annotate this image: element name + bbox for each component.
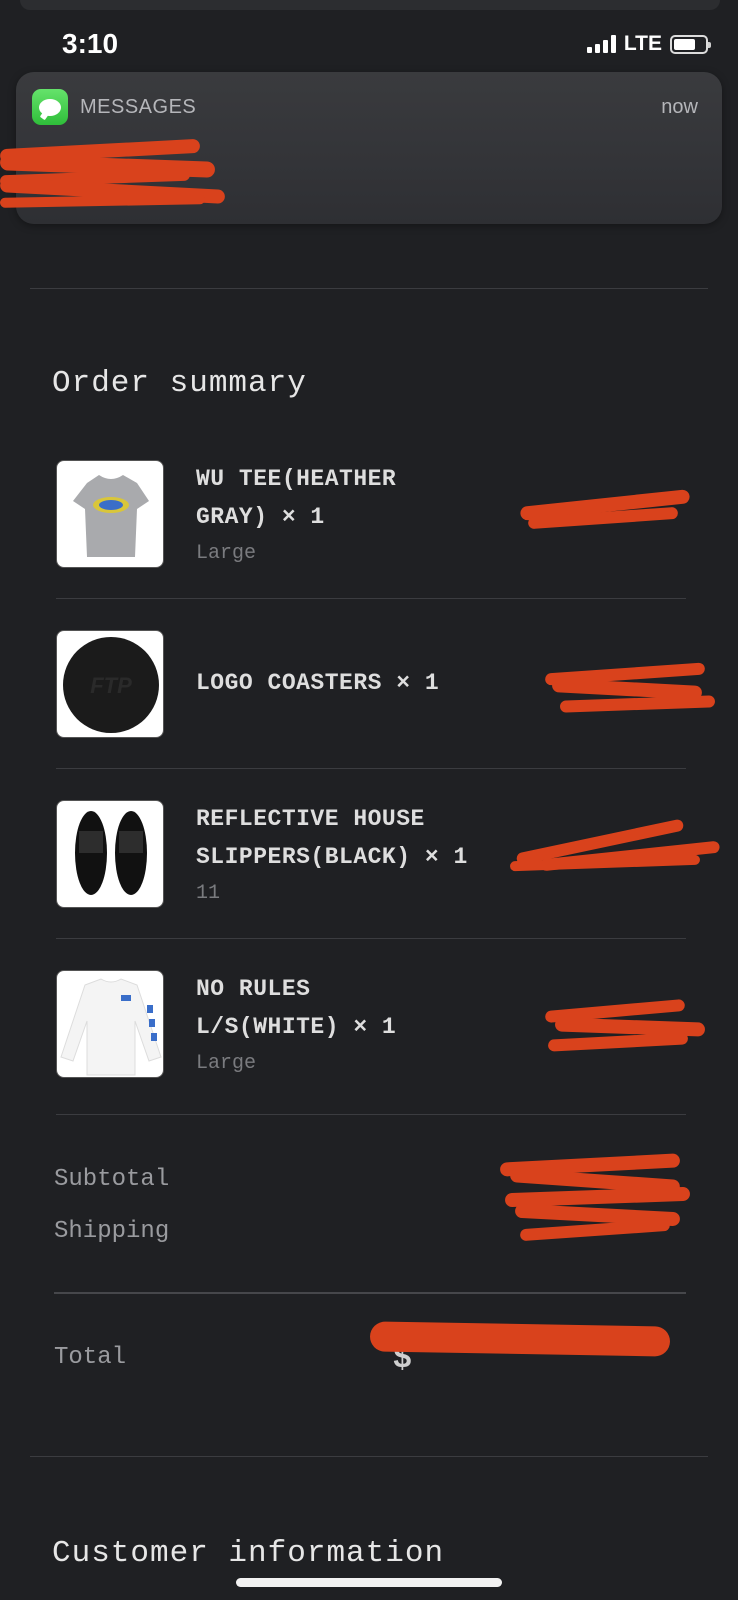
item-variant: Large xyxy=(196,1052,257,1075)
item-divider xyxy=(56,768,686,769)
section-divider xyxy=(30,288,708,289)
product-thumbnail: FTP xyxy=(56,630,164,738)
shipping-label: Shipping xyxy=(54,1218,170,1245)
network-type: LTE xyxy=(623,32,662,55)
item-variant: Large xyxy=(196,542,257,565)
item-name: WU TEE(HEATHER GRAY) × 1 xyxy=(196,466,397,530)
notification-time: now xyxy=(661,96,698,118)
item-divider xyxy=(56,598,686,599)
total-label: Total xyxy=(54,1344,127,1371)
home-indicator[interactable] xyxy=(236,1578,502,1587)
messages-app-icon xyxy=(32,89,68,125)
svg-text:FTP: FTP xyxy=(90,673,132,698)
item-variant: 11 xyxy=(196,882,221,905)
item-name: REFLECTIVE HOUSE SLIPPERS(BLACK) × 1 xyxy=(196,806,468,870)
status-time: 3:10 xyxy=(62,28,119,59)
product-thumbnail xyxy=(56,970,164,1078)
item-divider xyxy=(56,1114,686,1115)
message-notification[interactable]: MESSAGES now xyxy=(0,72,722,224)
customer-information-title: Customer information xyxy=(52,1536,445,1571)
product-thumbnail xyxy=(56,800,164,908)
item-name: LOGO COASTERS × 1 xyxy=(196,670,440,696)
item-name: NO RULES L/S(WHITE) × 1 xyxy=(196,976,397,1040)
signal-strength-icon xyxy=(586,35,616,53)
battery-icon xyxy=(670,34,711,54)
section-divider xyxy=(30,1456,708,1457)
product-thumbnail xyxy=(56,460,164,568)
subtotal-label: Subtotal xyxy=(54,1166,170,1193)
status-bar: 3:10 LTE xyxy=(0,0,738,80)
total-divider xyxy=(54,1292,686,1294)
status-indicators: LTE xyxy=(586,32,711,56)
order-summary-title: Order summary xyxy=(52,366,307,401)
item-divider xyxy=(56,938,686,939)
notification-app-name: MESSAGES xyxy=(80,96,197,118)
